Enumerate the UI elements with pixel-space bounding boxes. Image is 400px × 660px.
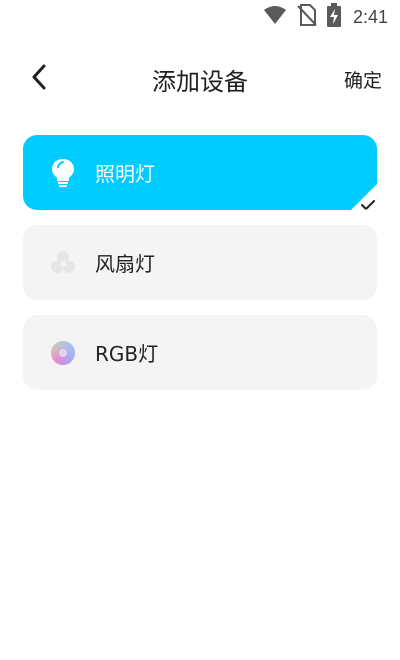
status-time: 2:41 (352, 6, 388, 27)
device-label: 照明灯 (95, 162, 155, 186)
device-list: 照明灯 风扇灯 RGB灯 (23, 135, 377, 405)
device-card-lighting[interactable]: 照明灯 (23, 135, 377, 210)
header: 添加设备 确定 (0, 54, 400, 104)
battery-charging-icon (326, 3, 341, 31)
bulb-icon (49, 158, 77, 187)
status-bar: 2:41 (0, 0, 400, 34)
device-card-rgb[interactable]: RGB灯 (23, 315, 377, 390)
device-card-fan[interactable]: 风扇灯 (23, 225, 377, 300)
no-sim-icon (297, 4, 317, 30)
device-label: 风扇灯 (95, 252, 155, 276)
status-icons: 2:41 (263, 3, 388, 31)
confirm-button[interactable]: 确定 (344, 66, 382, 93)
page-title: 添加设备 (152, 68, 248, 96)
rgb-color-wheel-icon (49, 339, 77, 367)
check-icon (361, 196, 375, 210)
wifi-icon (263, 5, 287, 29)
fan-icon (49, 249, 77, 277)
device-label: RGB灯 (95, 342, 159, 366)
